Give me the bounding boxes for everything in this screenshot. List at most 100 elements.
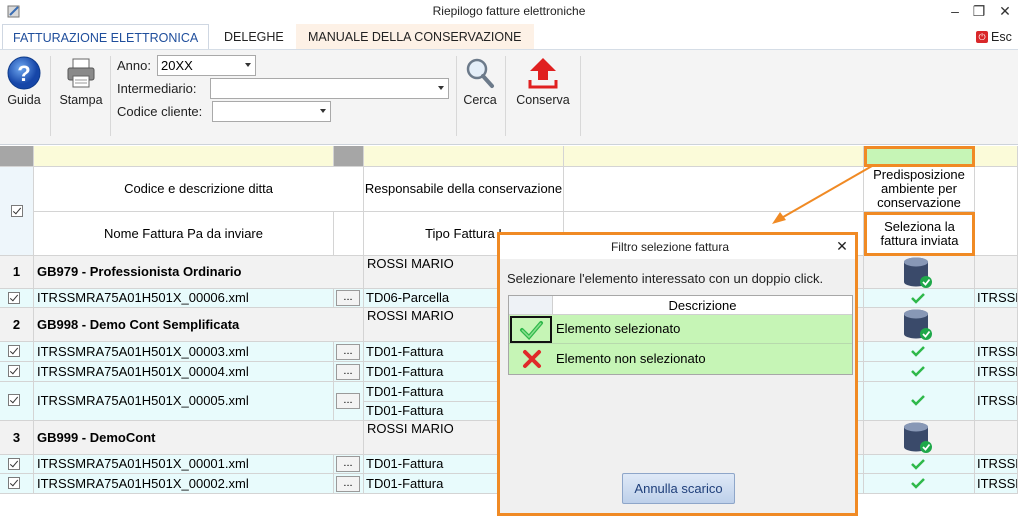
filter-cell: [334, 146, 364, 167]
row-checkbox[interactable]: [8, 365, 20, 377]
group-status[interactable]: [864, 421, 975, 455]
dialog-grid-corner: [509, 296, 553, 315]
row-extra: ITRSSM: [975, 342, 1018, 362]
tab-fatturazione-elettronica[interactable]: FATTURAZIONE ELETTRONICA: [2, 24, 210, 50]
select-all-header[interactable]: [0, 167, 34, 256]
row-select[interactable]: [0, 382, 34, 421]
select-all-checkbox[interactable]: [10, 205, 23, 217]
magnifier-icon: [466, 58, 494, 88]
file-name[interactable]: ITRSSMRA75A01H501X_00006.xml: [34, 289, 334, 308]
dots-cell: ...: [334, 455, 364, 474]
dialog-close-button[interactable]: ✕: [834, 238, 850, 254]
dialog-title: Filtro selezione fattura: [610, 240, 730, 254]
header-predisposizione[interactable]: Predisposizione ambiente per conservazio…: [864, 167, 975, 212]
row-select[interactable]: [0, 289, 34, 308]
dots-cell: ...: [334, 474, 364, 494]
exit-button[interactable]: ⏻ Esc: [976, 28, 1012, 46]
group-status[interactable]: [864, 256, 975, 289]
dots-cell: ...: [334, 362, 364, 382]
filter-cell[interactable]: [975, 146, 1018, 167]
details-button[interactable]: ...: [336, 476, 360, 492]
row-extra: ITRSSM: [975, 362, 1018, 382]
row-status[interactable]: [864, 474, 975, 494]
ribbon-separator: [456, 56, 457, 136]
annulla-scarico-button[interactable]: Annulla scarico: [622, 473, 735, 504]
dialog-titlebar: Filtro selezione fattura ✕: [500, 235, 855, 259]
stampa-button[interactable]: Stampa: [54, 56, 108, 108]
ribbon-separator: [50, 56, 51, 136]
row-status[interactable]: [864, 382, 975, 421]
dialog-item-label: Elemento non selezionato: [556, 351, 706, 366]
group-name[interactable]: GB998 - Demo Cont Semplificata: [34, 308, 364, 342]
title-bar: Riepilogo fatture elettroniche – ❐ ✕: [0, 0, 1018, 24]
row-status[interactable]: [864, 455, 975, 474]
row-extra: ITRSSM: [975, 289, 1018, 308]
stampa-label: Stampa: [59, 93, 103, 107]
row-status[interactable]: [864, 362, 975, 382]
group-name[interactable]: GB979 - Professionista Ordinario: [34, 256, 364, 289]
row-checkbox[interactable]: [8, 292, 20, 304]
minimize-button[interactable]: –: [945, 1, 965, 21]
codice-cliente-select[interactable]: [212, 101, 331, 122]
dialog-item-selected[interactable]: Elemento selezionato: [509, 315, 852, 344]
header-seleziona[interactable]: Seleziona la fattura inviata: [864, 212, 975, 256]
details-button[interactable]: ...: [336, 456, 360, 472]
row-select[interactable]: [0, 474, 34, 494]
file-name[interactable]: ITRSSMRA75A01H501X_00001.xml: [34, 455, 334, 474]
row-select[interactable]: [0, 342, 34, 362]
details-button[interactable]: ...: [336, 344, 360, 360]
dots-cell: ...: [334, 382, 364, 421]
row-extra: ITRSSM: [975, 455, 1018, 474]
file-name[interactable]: ITRSSMRA75A01H501X_00003.xml: [34, 342, 334, 362]
database-check-icon: [904, 257, 932, 288]
check-icon: [510, 316, 552, 343]
file-name[interactable]: ITRSSMRA75A01H501X_00004.xml: [34, 362, 334, 382]
header-codice-ditta[interactable]: Codice e descrizione ditta: [34, 167, 364, 212]
file-name[interactable]: ITRSSMRA75A01H501X_00002.xml: [34, 474, 334, 494]
row-select[interactable]: [0, 362, 34, 382]
details-button[interactable]: ...: [336, 364, 360, 380]
intermediario-select[interactable]: [210, 78, 449, 99]
details-button[interactable]: ...: [336, 290, 360, 306]
row-status[interactable]: [864, 289, 975, 308]
ribbon-separator: [580, 56, 581, 136]
filter-cell[interactable]: [364, 146, 564, 167]
group-status[interactable]: [864, 308, 975, 342]
row-checkbox[interactable]: [8, 477, 20, 489]
group-name[interactable]: GB999 - DemoCont: [34, 421, 364, 455]
row-select[interactable]: [0, 455, 34, 474]
guida-button[interactable]: ? Guida: [4, 56, 44, 108]
dialog-column-header[interactable]: Descrizione: [553, 296, 852, 315]
ribbon-separator: [110, 56, 111, 136]
tab-manuale-conservazione[interactable]: MANUALE DELLA CONSERVAZIONE: [298, 24, 532, 50]
row-checkbox[interactable]: [8, 345, 20, 357]
dialog-item-unselected[interactable]: Elemento non selezionato: [509, 344, 852, 374]
row-status[interactable]: [864, 342, 975, 362]
dialog-instruction: Selezionare l'elemento interessato con u…: [507, 271, 824, 286]
close-button[interactable]: ✕: [995, 1, 1015, 21]
file-name[interactable]: ITRSSMRA75A01H501X_00005.xml: [34, 382, 334, 421]
header-nome-fattura[interactable]: Nome Fattura Pa da inviare: [34, 212, 334, 256]
header-responsabile[interactable]: Responsabile della conservazione: [364, 167, 564, 212]
filter-cell[interactable]: [34, 146, 334, 167]
window-title: Riepilogo fatture elettroniche: [432, 4, 586, 18]
cerca-button[interactable]: Cerca: [460, 56, 500, 108]
group-number: 2: [0, 308, 34, 342]
ribbon: [0, 49, 1018, 145]
check-icon: [911, 346, 925, 357]
restore-button[interactable]: ❐: [969, 1, 989, 21]
check-icon: [911, 366, 925, 377]
svg-text:?: ?: [17, 61, 30, 86]
row-checkbox[interactable]: [8, 394, 20, 406]
power-icon: ⏻: [976, 31, 988, 43]
chevron-down-icon: [438, 86, 444, 90]
tab-deleghe[interactable]: DELEGHE: [214, 24, 294, 50]
help-icon: ?: [7, 56, 41, 90]
row-checkbox[interactable]: [8, 458, 20, 470]
ribbon-separator: [505, 56, 506, 136]
database-check-icon: [904, 422, 932, 453]
conserva-button[interactable]: Conserva: [510, 56, 576, 108]
filter-cell-predisposizione[interactable]: [864, 146, 975, 167]
anno-select[interactable]: 20XX: [157, 55, 256, 76]
details-button[interactable]: ...: [336, 393, 360, 409]
